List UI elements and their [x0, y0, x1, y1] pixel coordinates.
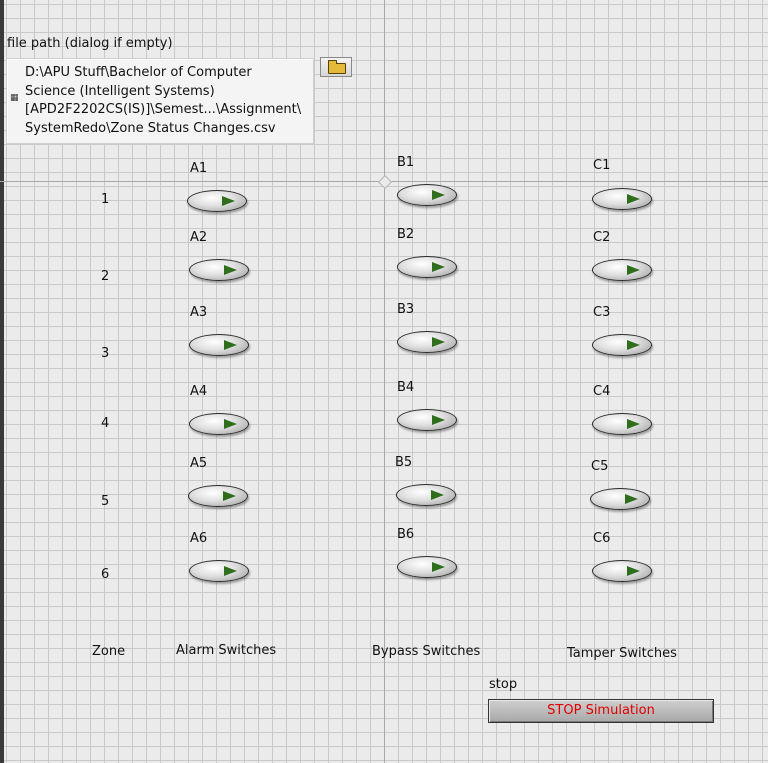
- bypass-switch-b5[interactable]: [396, 484, 456, 506]
- alarm-switch-a4[interactable]: [189, 413, 249, 435]
- file-path-control[interactable]: ▦ D:\APU Stuff\Bachelor of Computer Scie…: [6, 58, 314, 144]
- bypass-switch-label: B6: [397, 527, 415, 542]
- tamper-switch-label: C4: [593, 384, 611, 399]
- zone-number: 6: [101, 567, 110, 582]
- bypass-switch-label: B1: [397, 155, 415, 170]
- bypass-switch-b3[interactable]: [397, 331, 457, 353]
- stop-simulation-button[interactable]: STOP Simulation: [488, 699, 714, 723]
- folder-open-icon: [328, 60, 346, 74]
- zone-number: 4: [101, 416, 110, 431]
- tamper-switch-c6[interactable]: [592, 560, 652, 582]
- alarm-switch-a6[interactable]: [189, 560, 249, 582]
- alarm-switch-label: A2: [190, 230, 208, 245]
- tamper-switch-c4[interactable]: [592, 413, 652, 435]
- tamper-switch-c2[interactable]: [592, 259, 652, 281]
- zone-column-header: Zone: [92, 644, 126, 659]
- zone-number: 2: [101, 269, 110, 284]
- tamper-switch-label: C3: [593, 305, 611, 320]
- bypass-switch-label: B2: [397, 227, 415, 242]
- file-path-value[interactable]: D:\APU Stuff\Bachelor of Computer Scienc…: [25, 64, 310, 138]
- alarm-column-header: Alarm Switches: [176, 643, 277, 658]
- bypass-switch-label: B3: [397, 302, 415, 317]
- bypass-switch-b1[interactable]: [397, 184, 457, 206]
- alarm-switch-label: A3: [190, 305, 208, 320]
- tamper-column-header: Tamper Switches: [567, 646, 677, 661]
- tamper-switch-c1[interactable]: [592, 188, 652, 210]
- stop-label: stop: [489, 677, 518, 692]
- zone-number: 5: [101, 494, 110, 509]
- bypass-switch-label: B4: [397, 380, 415, 395]
- zone-number: 3: [101, 346, 110, 361]
- alarm-switch-label: A5: [190, 456, 208, 471]
- bypass-switch-b2[interactable]: [397, 256, 457, 278]
- alarm-switch-a1[interactable]: [187, 190, 247, 212]
- tamper-switch-label: C6: [593, 531, 611, 546]
- tamper-switch-c5[interactable]: [590, 488, 650, 510]
- alarm-switch-a2[interactable]: [189, 259, 249, 281]
- alarm-switch-label: A6: [190, 531, 208, 546]
- tamper-switch-c3[interactable]: [592, 334, 652, 356]
- alarm-switch-label: A4: [190, 384, 208, 399]
- bypass-switch-b6[interactable]: [397, 556, 457, 578]
- tamper-switch-label: C1: [593, 158, 611, 173]
- zone-number: 1: [101, 192, 110, 207]
- window-left-edge: [0, 0, 4, 763]
- tamper-switch-label: C2: [593, 230, 611, 245]
- alarm-switch-a5[interactable]: [188, 485, 248, 507]
- bypass-switch-label: B5: [395, 455, 413, 470]
- bypass-switch-b4[interactable]: [397, 409, 457, 431]
- file-path-label: file path (dialog if empty): [7, 36, 173, 51]
- browse-button[interactable]: [320, 57, 352, 77]
- tamper-switch-label: C5: [591, 459, 609, 474]
- path-grip-icon: ▦: [10, 93, 19, 103]
- bypass-column-header: Bypass Switches: [372, 644, 481, 659]
- alarm-switch-label: A1: [190, 161, 208, 176]
- origin-marker: [377, 174, 393, 190]
- alarm-switch-a3[interactable]: [189, 334, 249, 356]
